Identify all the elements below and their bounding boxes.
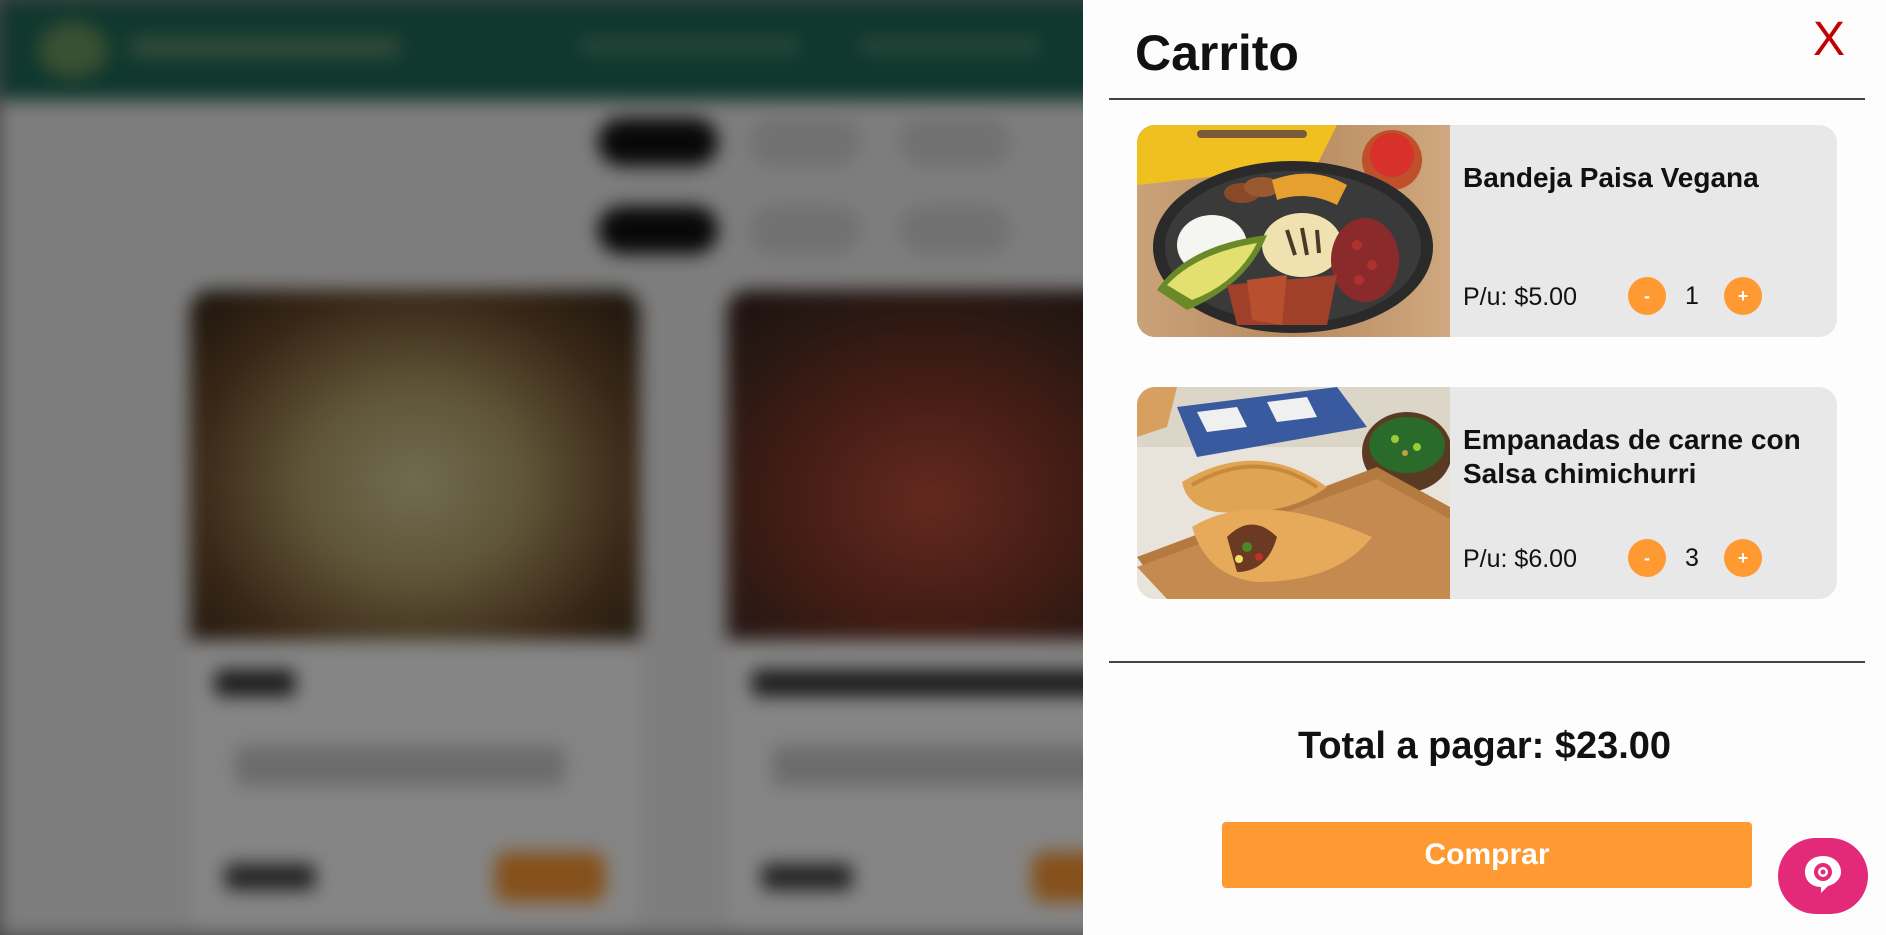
decrease-quantity-button[interactable]: - bbox=[1628, 539, 1666, 577]
cart-item-quantity: 3 bbox=[1685, 544, 1699, 572]
cart-item-name: Empanadas de carne con Salsa chimichurri bbox=[1463, 424, 1801, 489]
cart-total: Total a pagar: $23.00 bbox=[1297, 725, 1672, 767]
cart-item: Empanadas de carne con Salsa chimichurri… bbox=[1137, 387, 1837, 599]
cart-item-quantity: 1 bbox=[1685, 282, 1699, 310]
cart-drawer: Carrito X Bandeja Paisa Vegana P/u: $5.0… bbox=[1083, 0, 1886, 935]
cart-item-price: P/u: $6.00 bbox=[1463, 545, 1577, 573]
increase-quantity-button[interactable]: + bbox=[1724, 539, 1762, 577]
cart-title: Carrito bbox=[1135, 25, 1299, 81]
increase-quantity-button[interactable]: + bbox=[1724, 277, 1762, 315]
divider bbox=[1109, 98, 1865, 100]
cart-item: Bandeja Paisa Vegana P/u: $5.00 - 1 + bbox=[1137, 125, 1837, 337]
empanadas-image bbox=[1137, 387, 1450, 599]
buy-button[interactable]: Comprar bbox=[1222, 822, 1752, 888]
decrease-quantity-button[interactable]: - bbox=[1628, 277, 1666, 315]
divider bbox=[1109, 661, 1865, 663]
close-cart-button[interactable]: X bbox=[1813, 16, 1845, 64]
cart-item-name: Bandeja Paisa Vegana bbox=[1463, 162, 1759, 193]
chat-button[interactable] bbox=[1778, 838, 1868, 914]
cart-item-price: P/u: $5.00 bbox=[1463, 283, 1577, 311]
chat-bubble-icon bbox=[1801, 852, 1845, 901]
bandeja-paisa-image bbox=[1137, 125, 1450, 337]
